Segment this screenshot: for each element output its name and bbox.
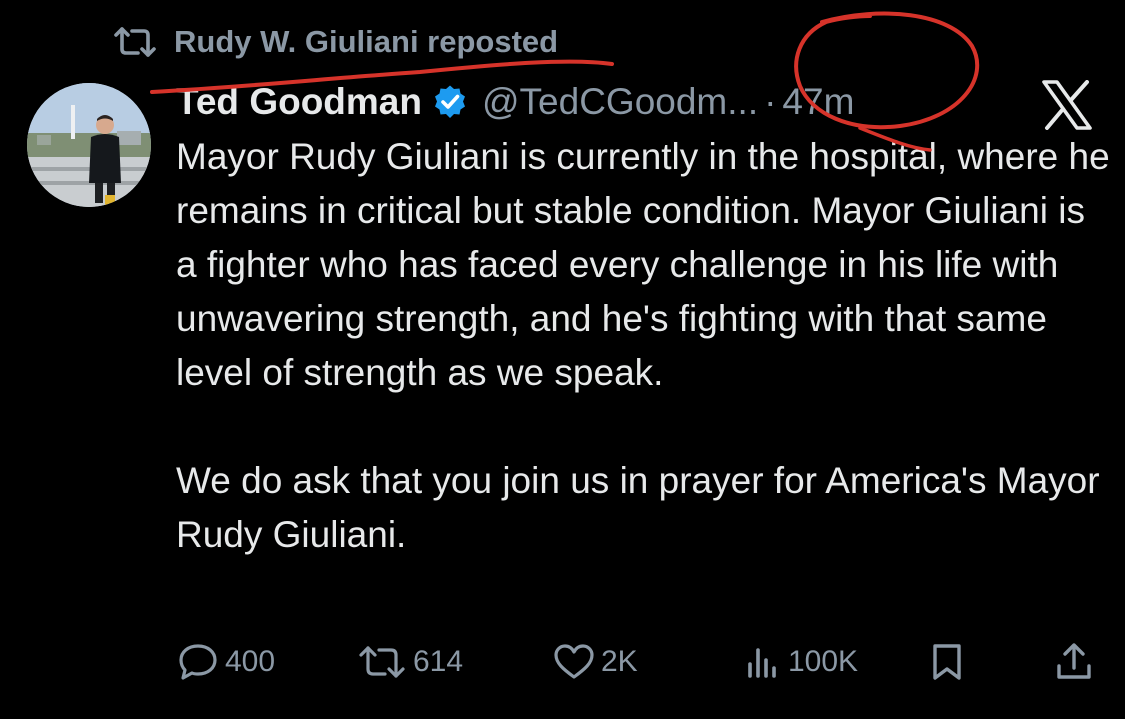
share-icon — [1057, 643, 1091, 679]
repost-label: Rudy W. Giuliani reposted — [174, 24, 559, 59]
views-icon — [748, 648, 776, 678]
bookmark-button[interactable] — [930, 640, 964, 684]
like-count: 2K — [601, 645, 638, 678]
reply-icon — [179, 644, 217, 680]
reply-count: 400 — [225, 645, 276, 678]
tweet-header: Ted Goodman @TedCGoodm... · 47m — [176, 76, 854, 128]
tweet-text: Mayor Rudy Giuliani is currently in the … — [176, 130, 1111, 562]
view-count: 100K — [788, 645, 859, 678]
like-button[interactable]: 2K — [553, 640, 638, 684]
avatar[interactable] — [27, 83, 151, 207]
post-time[interactable]: 47m — [782, 81, 854, 123]
retweet-icon — [114, 27, 156, 57]
heart-icon — [554, 644, 594, 679]
views-button[interactable]: 100K — [746, 640, 858, 684]
verified-badge-icon[interactable] — [432, 84, 468, 120]
bookmark-icon — [933, 644, 961, 680]
reply-button[interactable]: 400 — [177, 640, 275, 684]
tweet-paragraph: We do ask that you join us in prayer for… — [176, 460, 1100, 555]
x-logo-icon — [1042, 80, 1092, 130]
display-name[interactable]: Ted Goodman — [176, 81, 422, 123]
repost-header[interactable]: Rudy W. Giuliani reposted — [112, 22, 558, 62]
repost-count: 614 — [413, 645, 464, 678]
retweet-icon — [359, 646, 405, 678]
repost-button[interactable]: 614 — [357, 640, 463, 684]
tweet-paragraph: Mayor Rudy Giuliani is currently in the … — [176, 136, 1110, 393]
separator-dot: · — [764, 81, 777, 122]
share-button[interactable] — [1054, 640, 1094, 684]
avatar-photo — [27, 83, 151, 207]
user-handle[interactable]: @TedCGoodm... — [482, 81, 758, 123]
